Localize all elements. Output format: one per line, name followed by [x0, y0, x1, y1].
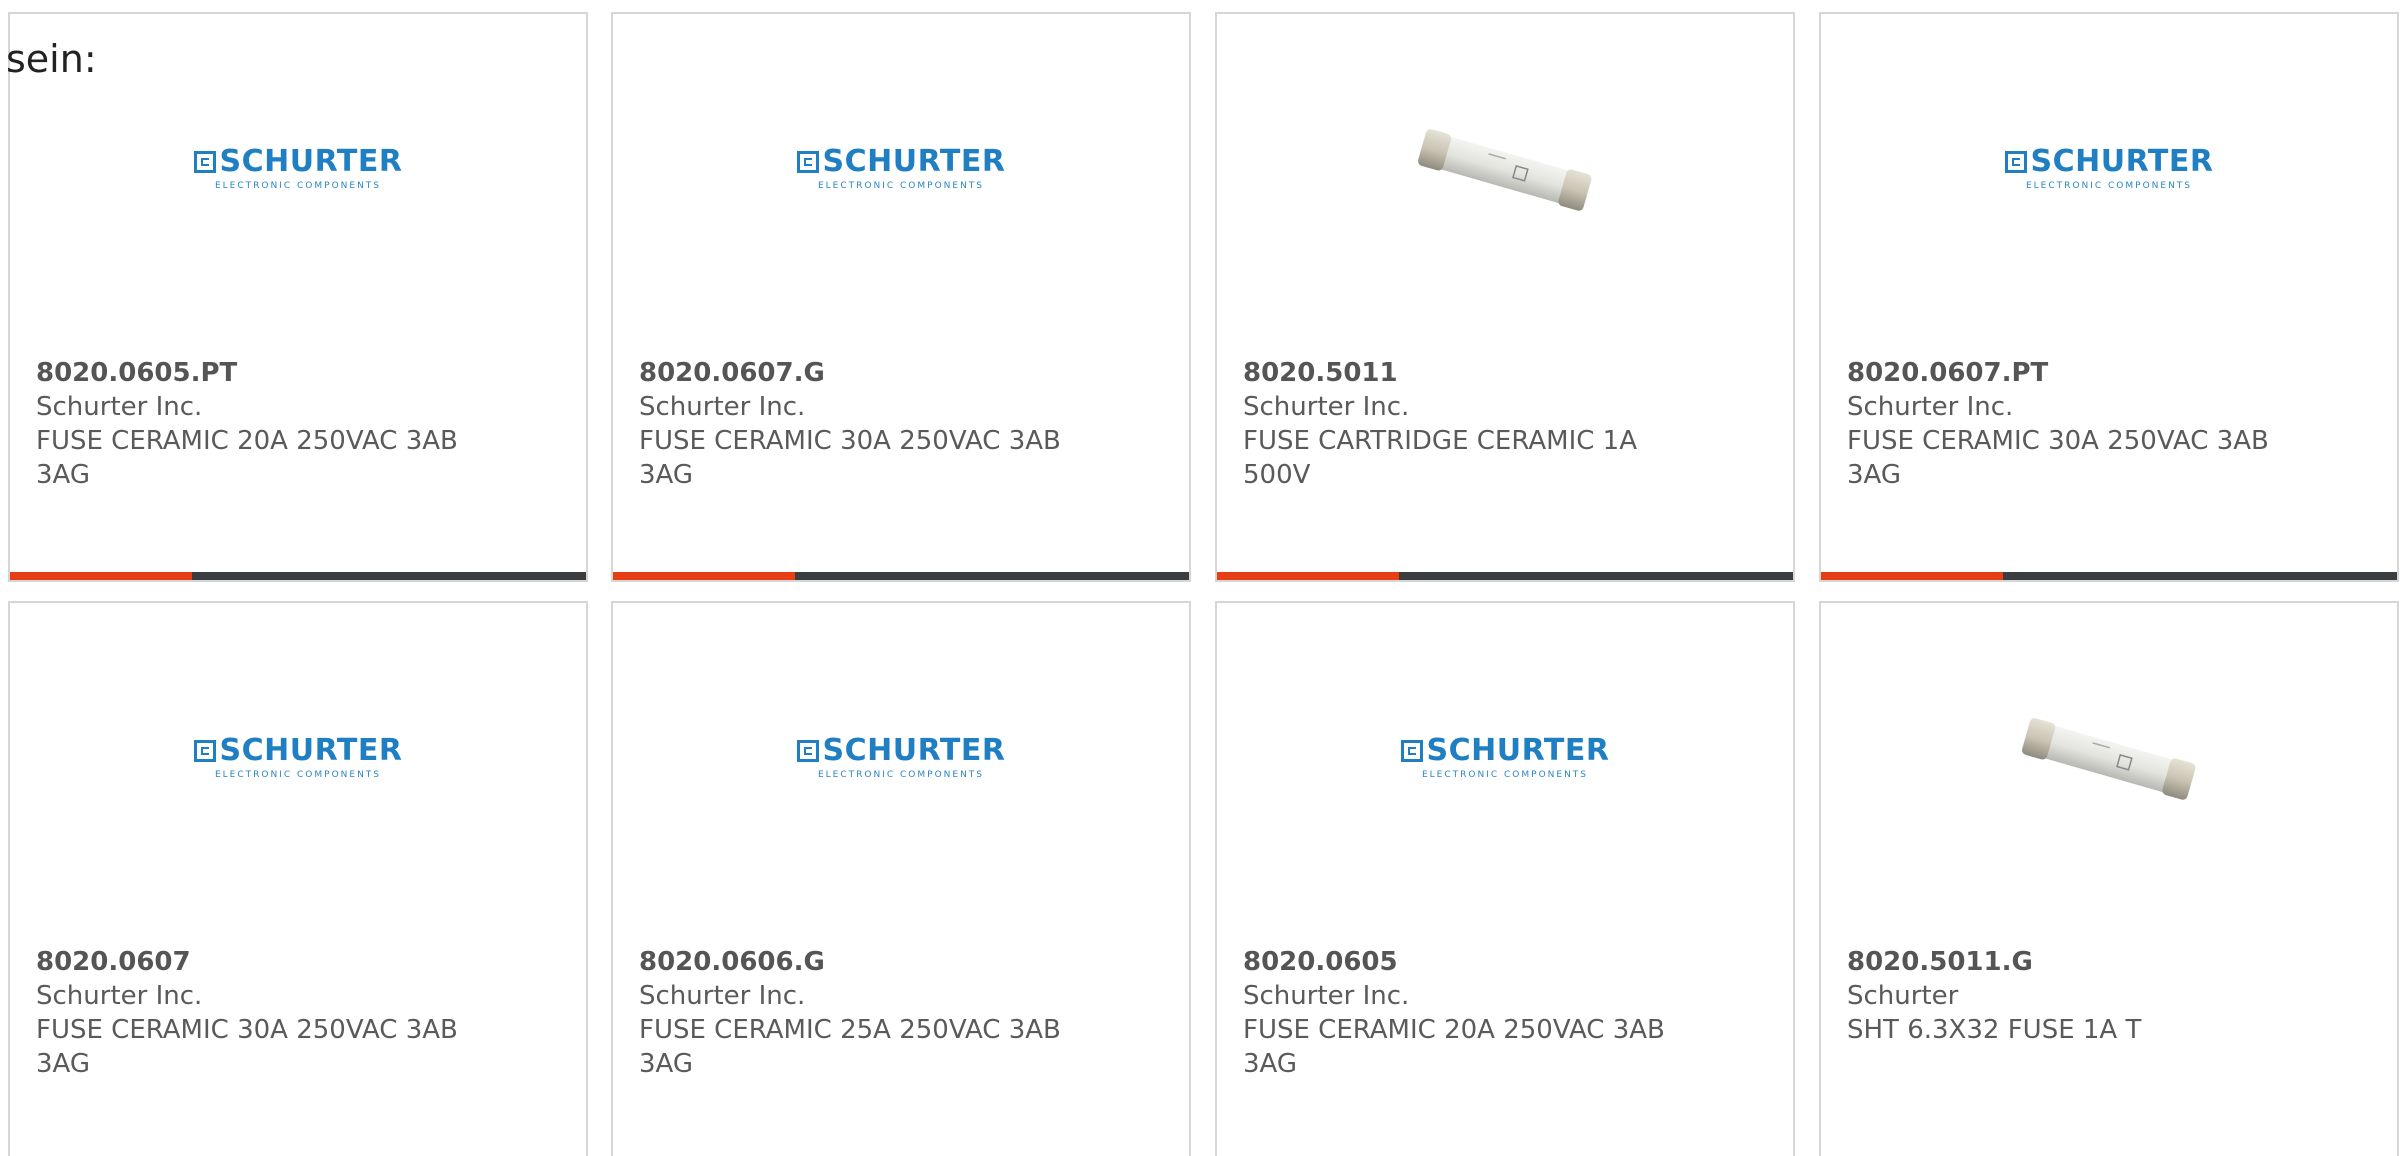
product-thumbnail[interactable] [1821, 663, 2397, 853]
product-description: FUSE CERAMIC 25A 250VAC 3AB 3AG [639, 1015, 1061, 1079]
part-number[interactable]: 8020.0607 [36, 945, 476, 979]
schurter-logo: SCHURTER ELECTRONIC COMPONENTS [193, 733, 403, 780]
schurter-mark-icon [2004, 151, 2027, 173]
product-thumbnail[interactable]: SCHURTER ELECTRONIC COMPONENTS [10, 74, 586, 264]
card-accent-bar [1217, 572, 1399, 580]
product-card[interactable]: 8020.5011 Schurter Inc. FUSE CARTRIDGE CER… [1215, 12, 1795, 582]
schurter-logo: SCHURTER ELECTRONIC COMPONENTS [796, 733, 1006, 780]
schurter-logo: SCHURTER ELECTRONIC COMPONENTS [796, 144, 1006, 191]
product-info: 8020.0607.PT Schurter Inc. FUSE CERAMIC 30… [1847, 356, 2287, 492]
product-card[interactable]: 8020.5011.G Schurter SHT 6.3X32 FUSE 1A T [1819, 601, 2399, 1156]
schurter-mark-icon [193, 740, 216, 762]
manufacturer: Schurter Inc. [1243, 392, 1410, 422]
fuse-image [1405, 69, 1605, 269]
product-card[interactable]: SCHURTER ELECTRONIC COMPONENTS 8020.0605.P… [8, 12, 588, 582]
logo-tagline: ELECTRONIC COMPONENTS [817, 770, 985, 780]
logo-tagline: ELECTRONIC COMPONENTS [214, 770, 382, 780]
product-thumbnail[interactable]: SCHURTER ELECTRONIC COMPONENTS [1821, 74, 2397, 264]
schurter-mark-icon [1400, 740, 1423, 762]
product-thumbnail[interactable]: SCHURTER ELECTRONIC COMPONENTS [10, 663, 586, 853]
product-card[interactable]: SCHURTER ELECTRONIC COMPONENTS 8020.0605 Sc… [1215, 601, 1795, 1156]
card-bottom-bar [10, 572, 586, 580]
product-info: 8020.0607 Schurter Inc. FUSE CERAMIC 30A 2… [36, 945, 476, 1081]
product-info: 8020.5011 Schurter Inc. FUSE CARTRIDGE CER… [1243, 356, 1683, 492]
fuse-icon [1418, 129, 1592, 211]
product-description: FUSE CERAMIC 20A 250VAC 3AB 3AG [1243, 1015, 1665, 1079]
product-thumbnail[interactable]: SCHURTER ELECTRONIC COMPONENTS [1217, 663, 1793, 853]
product-description: FUSE CARTRIDGE CERAMIC 1A 500V [1243, 426, 1637, 490]
product-info: 8020.0605.PT Schurter Inc. FUSE CERAMIC 20… [36, 356, 476, 492]
manufacturer: Schurter Inc. [639, 392, 806, 422]
manufacturer: Schurter [1847, 981, 1959, 1011]
product-description: FUSE CERAMIC 30A 250VAC 3AB 3AG [36, 1015, 458, 1079]
product-info: 8020.5011.G Schurter SHT 6.3X32 FUSE 1A T [1847, 945, 2287, 1047]
logo-tagline: ELECTRONIC COMPONENTS [2025, 181, 2193, 191]
product-thumbnail[interactable]: SCHURTER ELECTRONIC COMPONENTS [613, 74, 1189, 264]
product-info: 8020.0606.G Schurter Inc. FUSE CERAMIC 25A… [639, 945, 1079, 1081]
logo-brand: SCHURTER [822, 144, 1006, 179]
logo-tagline: ELECTRONIC COMPONENTS [817, 181, 985, 191]
logo-brand: SCHURTER [219, 144, 403, 179]
manufacturer: Schurter Inc. [1847, 392, 2014, 422]
schurter-logo: SCHURTER ELECTRONIC COMPONENTS [2004, 144, 2214, 191]
schurter-mark-icon [193, 151, 216, 173]
product-info: 8020.0607.G Schurter Inc. FUSE CERAMIC 30A… [639, 356, 1079, 492]
product-description: FUSE CERAMIC 30A 250VAC 3AB 3AG [639, 426, 1061, 490]
card-bottom-bar [1217, 572, 1793, 580]
schurter-mark-icon [796, 151, 819, 173]
fuse-icon [2022, 718, 2196, 800]
product-description: SHT 6.3X32 FUSE 1A T [1847, 1015, 2142, 1045]
product-card[interactable]: SCHURTER ELECTRONIC COMPONENTS 8020.0607 Sc… [8, 601, 588, 1156]
product-thumbnail[interactable]: SCHURTER ELECTRONIC COMPONENTS [613, 663, 1189, 853]
part-number[interactable]: 8020.0605 [1243, 945, 1683, 979]
manufacturer: Schurter Inc. [639, 981, 806, 1011]
schurter-logo: SCHURTER ELECTRONIC COMPONENTS [1400, 733, 1610, 780]
product-card[interactable]: SCHURTER ELECTRONIC COMPONENTS 8020.0606.G… [611, 601, 1191, 1156]
fuse-image [2009, 658, 2209, 858]
manufacturer: Schurter Inc. [1243, 981, 1410, 1011]
card-accent-bar [613, 572, 795, 580]
part-number[interactable]: 8020.0605.PT [36, 356, 476, 390]
manufacturer: Schurter Inc. [36, 392, 203, 422]
logo-brand: SCHURTER [1426, 733, 1610, 768]
logo-tagline: ELECTRONIC COMPONENTS [1421, 770, 1589, 780]
product-grid-page: sein: SCHURTER ELECTRONIC COMPONENTS 8020.… [0, 0, 2400, 1156]
product-info: 8020.0605 Schurter Inc. FUSE CERAMIC 20A 2… [1243, 945, 1683, 1081]
part-number[interactable]: 8020.5011 [1243, 356, 1683, 390]
logo-brand: SCHURTER [219, 733, 403, 768]
logo-brand: SCHURTER [822, 733, 1006, 768]
product-card[interactable]: SCHURTER ELECTRONIC COMPONENTS 8020.0607.G… [611, 12, 1191, 582]
product-description: FUSE CERAMIC 20A 250VAC 3AB 3AG [36, 426, 458, 490]
card-accent-bar [10, 572, 192, 580]
schurter-mark-icon [796, 740, 819, 762]
intro-text: sein: [6, 37, 97, 81]
schurter-logo: SCHURTER ELECTRONIC COMPONENTS [193, 144, 403, 191]
logo-brand: SCHURTER [2030, 144, 2214, 179]
card-bottom-bar [1821, 572, 2397, 580]
logo-tagline: ELECTRONIC COMPONENTS [214, 181, 382, 191]
part-number[interactable]: 8020.5011.G [1847, 945, 2287, 979]
product-card[interactable]: SCHURTER ELECTRONIC COMPONENTS 8020.0607.P… [1819, 12, 2399, 582]
card-bottom-bar [613, 572, 1189, 580]
manufacturer: Schurter Inc. [36, 981, 203, 1011]
part-number[interactable]: 8020.0607.G [639, 356, 1079, 390]
product-description: FUSE CERAMIC 30A 250VAC 3AB 3AG [1847, 426, 2269, 490]
part-number[interactable]: 8020.0606.G [639, 945, 1079, 979]
card-accent-bar [1821, 572, 2003, 580]
product-thumbnail[interactable] [1217, 74, 1793, 264]
part-number[interactable]: 8020.0607.PT [1847, 356, 2287, 390]
